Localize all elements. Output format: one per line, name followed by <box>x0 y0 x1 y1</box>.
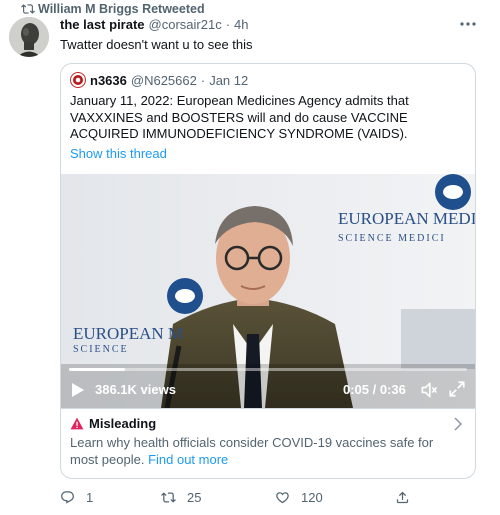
quoted-time[interactable]: Jan 12 <box>209 73 248 88</box>
tweet-header: the last pirate @corsair21c · 4h <box>60 17 249 32</box>
tweet-text: Twatter doesn't want u to see this <box>60 37 253 52</box>
quoted-tweet[interactable]: n3636 @N625662 · Jan 12 January 11, 2022… <box>60 63 476 479</box>
red-avatar[interactable] <box>70 72 86 88</box>
retweet-count: 25 <box>187 490 202 505</box>
retweet-context-label: William M Briggs Retweeted <box>38 2 205 16</box>
reply-count: 1 <box>86 490 94 505</box>
video-player[interactable]: EUROPEAN MEDIC SCIENCE MEDICI EUROPEAN M… <box>61 174 475 408</box>
find-out-more-link[interactable]: Find out more <box>148 452 228 467</box>
reply-button[interactable]: 1 <box>60 490 93 505</box>
avatar[interactable] <box>9 17 49 57</box>
like-count: 120 <box>301 490 323 505</box>
reply-icon <box>61 491 74 504</box>
misleading-title: Misleading <box>70 416 156 431</box>
video-progress-bar[interactable] <box>69 368 467 371</box>
backdrop-text-4: SCIENCE <box>73 344 129 355</box>
separator: · <box>225 17 231 32</box>
statue-avatar <box>9 17 49 57</box>
retweet-context[interactable]: William M Briggs Retweeted <box>21 2 205 16</box>
separator: · <box>200 72 206 88</box>
tweet-actions: 1 25 120 <box>60 490 480 506</box>
view-count: 386.1K views <box>95 382 176 397</box>
like-button[interactable]: 120 <box>275 490 323 505</box>
video-controls: 386.1K views 0:05 / 0:36 <box>61 364 475 408</box>
misleading-title-text: Misleading <box>89 416 157 431</box>
misleading-description: Learn why health officials consider COVI… <box>70 435 434 467</box>
misleading-text: Learn why health officials consider COVI… <box>70 435 460 468</box>
retweet-button[interactable]: 25 <box>161 490 201 505</box>
video-progress-fill <box>69 368 125 371</box>
quoted-header: n3636 @N625662 · Jan 12 <box>70 72 248 88</box>
tweet[interactable]: William M Briggs Retweeted the last pira… <box>0 0 500 515</box>
author-handle[interactable]: @corsair21c <box>149 17 222 32</box>
show-thread-link[interactable]: Show this thread <box>70 146 167 161</box>
quoted-author-handle[interactable]: @N625662 <box>131 73 197 88</box>
chevron-right-icon <box>454 417 463 431</box>
tweet-time[interactable]: 4h <box>234 17 248 32</box>
share-icon <box>396 491 409 504</box>
play-icon[interactable] <box>71 382 85 398</box>
retweet-icon <box>161 492 176 503</box>
backdrop-text-3: EUROPEAN M <box>73 324 183 343</box>
warning-icon <box>70 417 84 430</box>
quoted-author-name[interactable]: n3636 <box>90 73 127 88</box>
fullscreen-icon[interactable] <box>448 380 466 398</box>
backdrop-text-1: EUROPEAN MEDIC <box>338 209 475 228</box>
author-name[interactable]: the last pirate <box>60 17 145 32</box>
video-timecode: 0:05 / 0:36 <box>343 382 406 397</box>
quoted-text: January 11, 2022: European Medicines Age… <box>70 93 409 141</box>
misleading-label[interactable]: Misleading Learn why health officials co… <box>61 408 475 478</box>
share-button[interactable] <box>395 490 410 505</box>
heart-icon <box>276 492 289 504</box>
backdrop-text-2: SCIENCE MEDICI <box>338 233 446 244</box>
more-icon[interactable] <box>458 17 478 31</box>
retweet-icon <box>21 4 35 14</box>
volume-icon[interactable] <box>419 380 439 400</box>
